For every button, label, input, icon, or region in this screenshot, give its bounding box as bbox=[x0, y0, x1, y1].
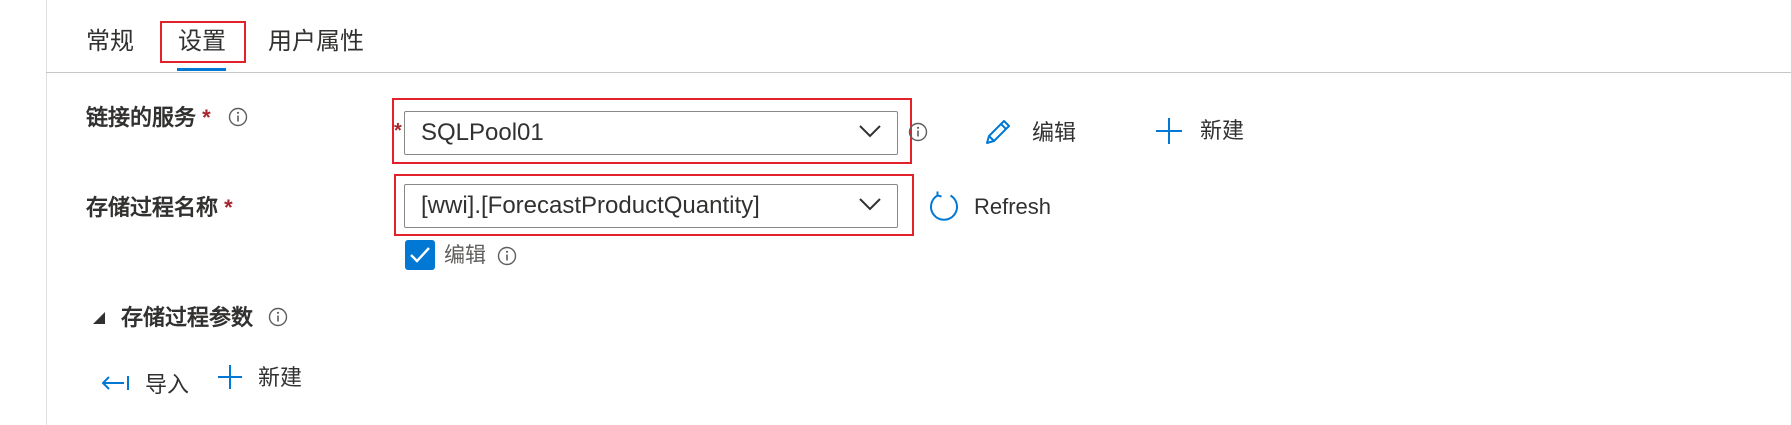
info-icon[interactable] bbox=[228, 107, 248, 127]
linked-service-label-text: 链接的服务 bbox=[86, 105, 197, 130]
stored-procedure-dropdown[interactable]: [wwi].[ForecastProductQuantity] bbox=[404, 184, 898, 228]
stored-procedure-label: 存储过程名称 * bbox=[86, 193, 233, 223]
refresh-label: Refresh bbox=[974, 194, 1052, 219]
tab-settings[interactable]: 设置 bbox=[178, 26, 226, 58]
tabs-divider bbox=[46, 72, 1791, 73]
required-mark: * bbox=[224, 195, 233, 220]
import-arrow-icon bbox=[101, 376, 129, 390]
info-icon[interactable] bbox=[268, 307, 288, 327]
tab-user-properties[interactable]: 用户属性 bbox=[268, 26, 364, 58]
refresh-icon bbox=[930, 191, 958, 221]
info-icon[interactable] bbox=[497, 246, 517, 266]
linked-service-value: SQLPool01 bbox=[421, 119, 544, 146]
pencil-icon bbox=[986, 120, 1010, 144]
edit-checkbox[interactable] bbox=[405, 240, 435, 270]
edit-label: 编辑 bbox=[1032, 120, 1077, 145]
collapse-triangle-icon[interactable] bbox=[92, 311, 106, 325]
required-mark: * bbox=[202, 105, 211, 130]
checkmark-icon bbox=[410, 247, 430, 263]
new-label: 新建 bbox=[1200, 118, 1245, 143]
plus-icon bbox=[218, 365, 242, 389]
new-label: 新建 bbox=[258, 365, 303, 390]
stored-procedure-value: [wwi].[ForecastProductQuantity] bbox=[421, 192, 760, 219]
chevron-down-icon bbox=[859, 198, 881, 211]
left-border bbox=[46, 0, 47, 425]
tab-general[interactable]: 常规 bbox=[86, 26, 134, 58]
edit-checkbox-label: 编辑 bbox=[444, 244, 486, 267]
chevron-down-icon bbox=[859, 125, 881, 138]
field-required-mark: * bbox=[394, 120, 402, 142]
stored-procedure-params-title: 存储过程参数 bbox=[121, 305, 254, 330]
plus-icon bbox=[1156, 118, 1182, 144]
import-label: 导入 bbox=[145, 372, 190, 397]
tab-settings-active-indicator bbox=[177, 68, 226, 71]
info-icon[interactable] bbox=[908, 122, 928, 142]
linked-service-dropdown[interactable]: SQLPool01 bbox=[404, 111, 898, 155]
linked-service-label: 链接的服务 * bbox=[86, 103, 211, 133]
stored-procedure-label-text: 存储过程名称 bbox=[86, 195, 219, 220]
